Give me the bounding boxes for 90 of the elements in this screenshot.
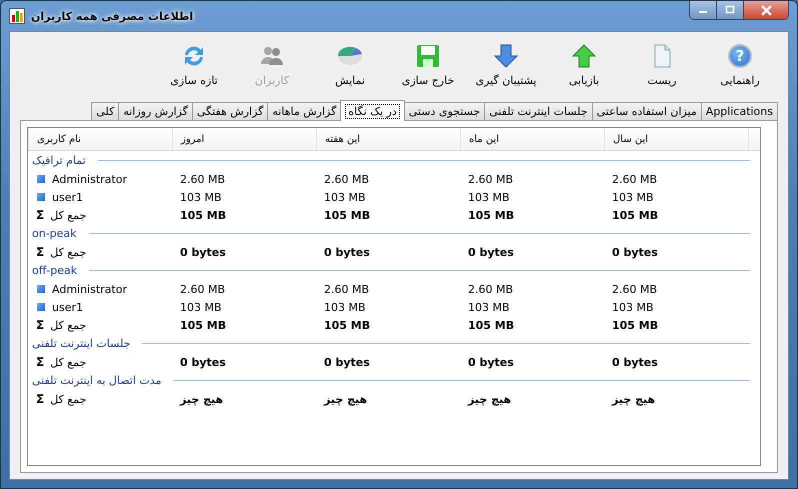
close-icon: [760, 4, 772, 16]
help-icon: ?: [728, 44, 752, 68]
tab[interactable]: جستجوی دستی: [404, 102, 486, 120]
table-cell: جمع کل: [50, 318, 86, 332]
tab[interactable]: در یک نگاه: [340, 100, 405, 121]
maximize-icon: [725, 5, 735, 15]
table-cell: 103 MB: [324, 190, 366, 204]
table-cell: 103 MB: [180, 190, 222, 204]
table-cell: 105 MB: [468, 318, 514, 332]
tab[interactable]: میزان استفاده ساعتی: [592, 102, 702, 120]
tab[interactable]: کلی: [91, 102, 120, 120]
table-cell: هیچ چیز: [180, 392, 224, 406]
table-cell: Administrator: [52, 172, 127, 186]
table-cell: هیچ چیز: [324, 392, 368, 406]
group-header: جلسات اینترنت تلفنی: [32, 337, 130, 350]
group-header: off-peak: [32, 264, 78, 277]
toolbar-button[interactable]: تازه سازی: [156, 40, 232, 98]
sum-icon: Σ: [36, 393, 44, 405]
toolbar-button[interactable]: خارج سازی: [390, 40, 466, 98]
toolbar-button[interactable]: بازیابی: [546, 40, 622, 98]
table-cell: 105 MB: [324, 208, 370, 222]
column-header[interactable]: نام کاربری: [28, 128, 172, 150]
table-cell: 2.60 MB: [612, 282, 658, 296]
table-cell: 2.60 MB: [180, 282, 226, 296]
table-cell: 105 MB: [180, 318, 226, 332]
table-cell: 2.60 MB: [468, 172, 514, 186]
table-cell: 2.60 MB: [468, 282, 514, 296]
table-cell: 105 MB: [612, 318, 658, 332]
tab[interactable]: گزارش هفتگی: [192, 102, 268, 120]
user-icon: [37, 193, 45, 201]
table-cell: جمع کل: [50, 208, 86, 222]
table-cell: 105 MB: [180, 208, 226, 222]
user-icon: [37, 175, 45, 183]
table-cell: 105 MB: [468, 208, 514, 222]
bar-chart-icon: [9, 8, 25, 24]
tab[interactable]: گزارش ماهانه: [267, 102, 342, 120]
table-cell: 0 bytes: [612, 246, 658, 258]
table-cell: 103 MB: [468, 300, 510, 314]
tab[interactable]: گزارش روزانه: [118, 102, 193, 120]
group-header: تمام ترافیک: [32, 154, 86, 167]
table-cell: 2.60 MB: [324, 172, 370, 186]
column-header[interactable]: این هفته: [316, 128, 460, 150]
window-title: اطلاعات مصرفی همه کاربران: [31, 10, 194, 22]
sum-icon: Σ: [36, 209, 44, 221]
column-header[interactable]: این سال: [604, 128, 748, 150]
table-cell: 0 bytes: [468, 246, 514, 258]
table-cell: 0 bytes: [612, 356, 658, 368]
toolbar-button[interactable]: نمایش: [312, 40, 388, 98]
table-cell: 103 MB: [180, 300, 222, 314]
toolbar-button[interactable]: ? راهنمایی: [702, 40, 778, 98]
table-cell: Administrator: [52, 282, 127, 296]
table-cell: 2.60 MB: [612, 172, 658, 186]
table-cell: جمع کل: [50, 392, 86, 406]
minimize-button[interactable]: [690, 1, 717, 19]
table-cell: 0 bytes: [324, 246, 370, 258]
sum-icon: Σ: [36, 319, 44, 331]
table-cell: 0 bytes: [180, 246, 226, 258]
column-header[interactable]: امروز: [172, 128, 316, 150]
down-arrow-icon: [492, 42, 520, 70]
table-cell: هیچ چیز: [468, 392, 512, 406]
table-cell: 0 bytes: [180, 356, 226, 368]
user-icon: [37, 303, 45, 311]
table-cell: 103 MB: [612, 190, 654, 204]
table-cell: 103 MB: [612, 300, 654, 314]
table-cell: 2.60 MB: [324, 282, 370, 296]
table-cell: 0 bytes: [468, 356, 514, 368]
table-cell: 103 MB: [468, 190, 510, 204]
user-icon: [37, 285, 45, 293]
table-cell: 2.60 MB: [180, 172, 226, 186]
close-button[interactable]: [744, 1, 788, 19]
sum-icon: Σ: [36, 356, 44, 368]
toolbar-button[interactable]: ریست: [624, 40, 700, 98]
table-cell: user1: [52, 300, 83, 314]
table-cell: جمع کل: [50, 356, 86, 368]
table-cell: هیچ چیز: [612, 392, 656, 406]
table-cell: 105 MB: [612, 208, 658, 222]
table-cell: 105 MB: [324, 318, 370, 332]
group-header: on-peak: [32, 227, 77, 240]
table-cell: 0 bytes: [324, 356, 370, 368]
maximize-button[interactable]: [717, 1, 744, 19]
column-header[interactable]: این ماه: [460, 128, 604, 150]
table-cell: جمع کل: [50, 246, 86, 258]
toolbar-button[interactable]: پشتیبان گیری: [468, 40, 544, 98]
tab[interactable]: Applications: [700, 102, 778, 120]
tab[interactable]: جلسات اینترنت تلفنی: [484, 102, 593, 120]
up-arrow-icon: [570, 42, 598, 70]
table-cell: 103 MB: [324, 300, 366, 314]
table-cell: user1: [52, 190, 83, 204]
sum-icon: Σ: [36, 246, 44, 258]
group-header: مدت اتصال به اینترنت تلفنی: [32, 374, 162, 387]
